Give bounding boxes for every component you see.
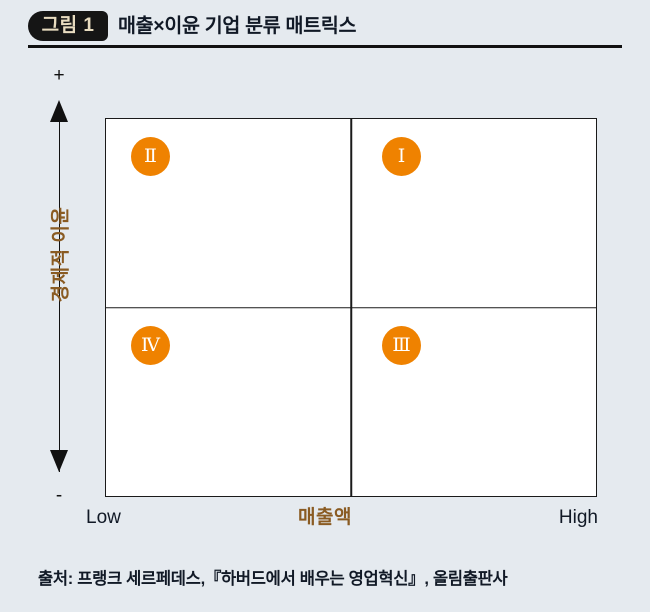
y-axis-positive-sign: + <box>53 65 65 86</box>
quadrant-badge-i[interactable]: Ⅰ <box>382 137 421 176</box>
quadrant-badge-iii[interactable]: Ⅲ <box>382 325 421 365</box>
quadrant-bottom-left[interactable]: Ⅳ <box>106 308 351 497</box>
matrix-chart: + - 경제적 이윤 Ⅱ Ⅰ Ⅳ Ⅲ Low 매출액 High <box>0 56 650 556</box>
quadrant-bottom-right[interactable]: Ⅲ <box>351 308 596 497</box>
quadrant-top-left[interactable]: Ⅱ <box>106 119 351 308</box>
page-title: 매출×이윤 기업 분류 매트릭스 <box>118 15 357 37</box>
quadrant-top-right[interactable]: Ⅰ <box>351 119 596 308</box>
x-axis: Low 매출액 High <box>0 506 650 540</box>
header-divider <box>28 45 622 48</box>
figure-number-badge: 그림 1 <box>28 11 108 41</box>
x-axis-label: 매출액 <box>298 507 352 528</box>
source-citation: 출처: 프랭크 세르페데스,『하버드에서 배우는 영업혁신』, 올림출판사 <box>38 570 508 588</box>
x-axis-high-label: High <box>558 507 598 528</box>
quadrant-badge-iv[interactable]: Ⅳ <box>131 325 170 365</box>
y-axis: + - 경제적 이윤 <box>36 66 82 506</box>
figure-header: 그림 1 매출×이윤 기업 분류 매트릭스 <box>0 0 650 56</box>
y-axis-negative-sign: - <box>55 485 63 506</box>
arrow-down-icon <box>50 450 68 472</box>
y-axis-label: 경제적 이윤 <box>50 206 72 303</box>
quadrant-badge-ii[interactable]: Ⅱ <box>131 137 170 176</box>
quadrant-matrix: Ⅱ Ⅰ Ⅳ Ⅲ <box>105 118 597 497</box>
